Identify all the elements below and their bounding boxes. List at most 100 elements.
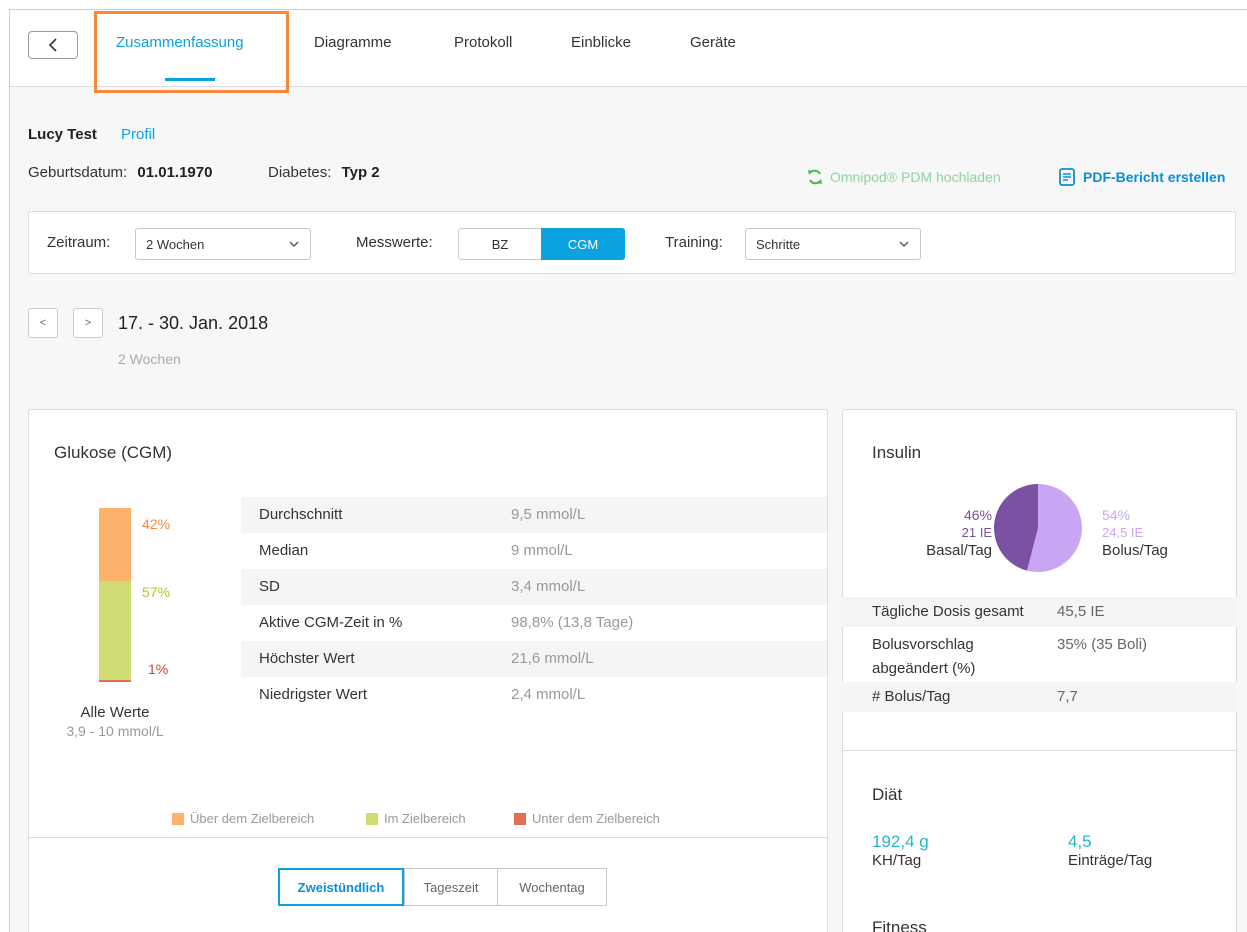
insulin-row: Bolusvorschlag abgeändert (%) 35% (35 Bo… xyxy=(842,627,1237,682)
active-tab-indicator xyxy=(165,78,215,81)
diabetes-label: Diabetes: xyxy=(268,164,332,181)
date-range-duration: 2 Wochen xyxy=(118,351,181,367)
stat-value: 21,6 mmol/L xyxy=(511,650,594,667)
stat-row: Median 9 mmol/L xyxy=(241,533,827,569)
date-range: 17. - 30. Jan. 2018 xyxy=(118,313,269,333)
previous-period-button[interactable]: < xyxy=(28,308,58,338)
app-window: Zusammenfassung Diagramme Protokoll Einb… xyxy=(9,9,1247,932)
top-navigation: Zusammenfassung Diagramme Protokoll Einb… xyxy=(10,10,1247,87)
create-pdf-report-label: PDF-Bericht erstellen xyxy=(1083,169,1226,185)
tab-geraete[interactable]: Geräte xyxy=(690,34,736,51)
fitness-title: Fitness xyxy=(872,918,927,932)
stat-label: SD xyxy=(259,578,280,595)
stat-label: Niedrigster Wert xyxy=(259,686,368,703)
in-range-percent: 57% xyxy=(142,584,171,600)
below-range-percent: 1% xyxy=(148,661,169,677)
create-pdf-report-link[interactable]: PDF-Bericht erstellen xyxy=(1059,168,1225,186)
above-range-bar xyxy=(99,508,131,581)
stat-row: Durchschnitt 9,5 mmol/L xyxy=(241,497,827,533)
insulin-row-label: # Bolus/Tag xyxy=(872,688,951,705)
insulin-row-label: Bolusvorschlag abgeändert (%) xyxy=(872,636,976,677)
tab-diagramme[interactable]: Diagramme xyxy=(314,34,392,51)
stat-label: Median xyxy=(259,542,309,559)
insulin-title: Insulin xyxy=(872,443,922,462)
insulin-pie-chart xyxy=(993,484,1082,572)
basal-percent: 46% xyxy=(963,507,992,523)
bolus-percent: 54% xyxy=(1102,507,1131,523)
stat-value: 3,4 mmol/L xyxy=(511,578,586,595)
legend-swatch xyxy=(514,812,526,825)
tab-protokoll[interactable]: Protokoll xyxy=(454,34,512,51)
upload-pdm-label: Omnipod® PDM hochladen xyxy=(830,169,1001,185)
insulin-row-value: 35% (35 Boli) xyxy=(1057,636,1148,653)
chevron-down-icon xyxy=(899,241,909,247)
birthdate-info: Geburtsdatum: 01.01.1970 xyxy=(28,164,212,181)
insulin-row: Tägliche Dosis gesamt 45,5 IE xyxy=(842,597,1237,627)
insulin-row-value: 7,7 xyxy=(1057,688,1078,705)
carbs-value: 192,4 g xyxy=(872,832,929,851)
stat-label: Durchschnitt xyxy=(259,506,343,523)
back-button[interactable] xyxy=(28,31,78,59)
diabetes-info: Diabetes: Typ 2 xyxy=(268,164,380,181)
stat-row: Höchster Wert 21,6 mmol/L xyxy=(241,641,827,677)
grouping-weekday-button[interactable]: Wochentag xyxy=(497,868,607,906)
profile-link[interactable]: Profil xyxy=(121,126,155,143)
legend-label: Im Zielbereich xyxy=(384,811,466,826)
training-select-value: Schritte xyxy=(756,236,801,252)
legend-swatch xyxy=(366,812,378,825)
tab-zusammenfassung[interactable]: Zusammenfassung xyxy=(116,34,244,51)
birthdate-label: Geburtsdatum: xyxy=(28,164,128,181)
grouping-bihourly-button[interactable]: Zweistündlich xyxy=(278,868,404,906)
insulin-row-label: Tägliche Dosis gesamt xyxy=(872,603,1024,620)
legend-swatch xyxy=(172,812,184,825)
sync-icon xyxy=(808,169,822,185)
entries-label: Einträge/Tag xyxy=(1068,852,1153,869)
measure-toggle: BZ CGM xyxy=(458,228,625,260)
in-range-bar xyxy=(99,581,131,680)
target-range-label: 3,9 - 10 mmol/L xyxy=(66,723,164,739)
insulin-row: # Bolus/Tag 7,7 xyxy=(842,682,1237,712)
bolus-units: 24,5 IE xyxy=(1102,525,1144,540)
below-range-bar xyxy=(99,680,131,682)
stat-label: Aktive CGM-Zeit in % xyxy=(259,614,403,631)
legend-below: Unter dem Zielbereich xyxy=(514,811,660,826)
carbs-label: KH/Tag xyxy=(872,852,922,869)
next-period-button[interactable]: > xyxy=(73,308,103,338)
diet-title: Diät xyxy=(872,785,903,804)
measure-cgm-button[interactable]: CGM xyxy=(541,228,625,260)
chevron-left-icon xyxy=(48,38,57,52)
grouping-time-of-day-button[interactable]: Tageszeit xyxy=(404,868,498,906)
training-label: Training: xyxy=(665,234,723,251)
glucose-title: Glukose (CGM) xyxy=(54,443,173,462)
stat-value: 2,4 mmol/L xyxy=(511,686,586,703)
filter-bar: Zeitraum: 2 Wochen Messwerte: BZ CGM Tra… xyxy=(28,211,1236,274)
stat-value: 9 mmol/L xyxy=(511,542,573,559)
measure-bz-button[interactable]: BZ xyxy=(458,228,542,260)
basal-units: 21 IE xyxy=(961,525,992,540)
stat-row: Aktive CGM-Zeit in % 98,8% (13,8 Tage) xyxy=(241,605,827,641)
stat-label: Höchster Wert xyxy=(259,650,355,667)
tab-einblicke[interactable]: Einblicke xyxy=(571,34,631,51)
period-select[interactable]: 2 Wochen xyxy=(135,228,311,260)
stat-value: 9,5 mmol/L xyxy=(511,506,586,523)
card-divider xyxy=(842,750,1237,751)
stat-row: SD 3,4 mmol/L xyxy=(241,569,827,605)
legend-label: Über dem Zielbereich xyxy=(190,811,315,826)
legend-above: Über dem Zielbereich xyxy=(172,811,314,826)
card-divider xyxy=(28,837,828,838)
above-range-percent: 42% xyxy=(142,516,171,532)
chevron-down-icon xyxy=(289,241,299,247)
bolus-label: Bolus/Tag xyxy=(1102,542,1168,559)
insulin-row-value: 45,5 IE xyxy=(1057,603,1105,620)
basal-label: Basal/Tag xyxy=(926,542,992,559)
stat-row: Niedrigster Wert 2,4 mmol/L xyxy=(241,677,827,713)
document-icon xyxy=(1059,168,1075,186)
birthdate-value: 01.01.1970 xyxy=(137,164,213,181)
training-select[interactable]: Schritte xyxy=(745,228,921,260)
legend-label: Unter dem Zielbereich xyxy=(532,811,660,826)
diabetes-type: Typ 2 xyxy=(341,164,380,181)
stat-value: 98,8% (13,8 Tage) xyxy=(511,614,634,631)
upload-pdm-link[interactable]: Omnipod® PDM hochladen xyxy=(806,168,1001,186)
patient-name: Lucy Test xyxy=(28,126,97,143)
entries-value: 4,5 xyxy=(1068,832,1092,851)
